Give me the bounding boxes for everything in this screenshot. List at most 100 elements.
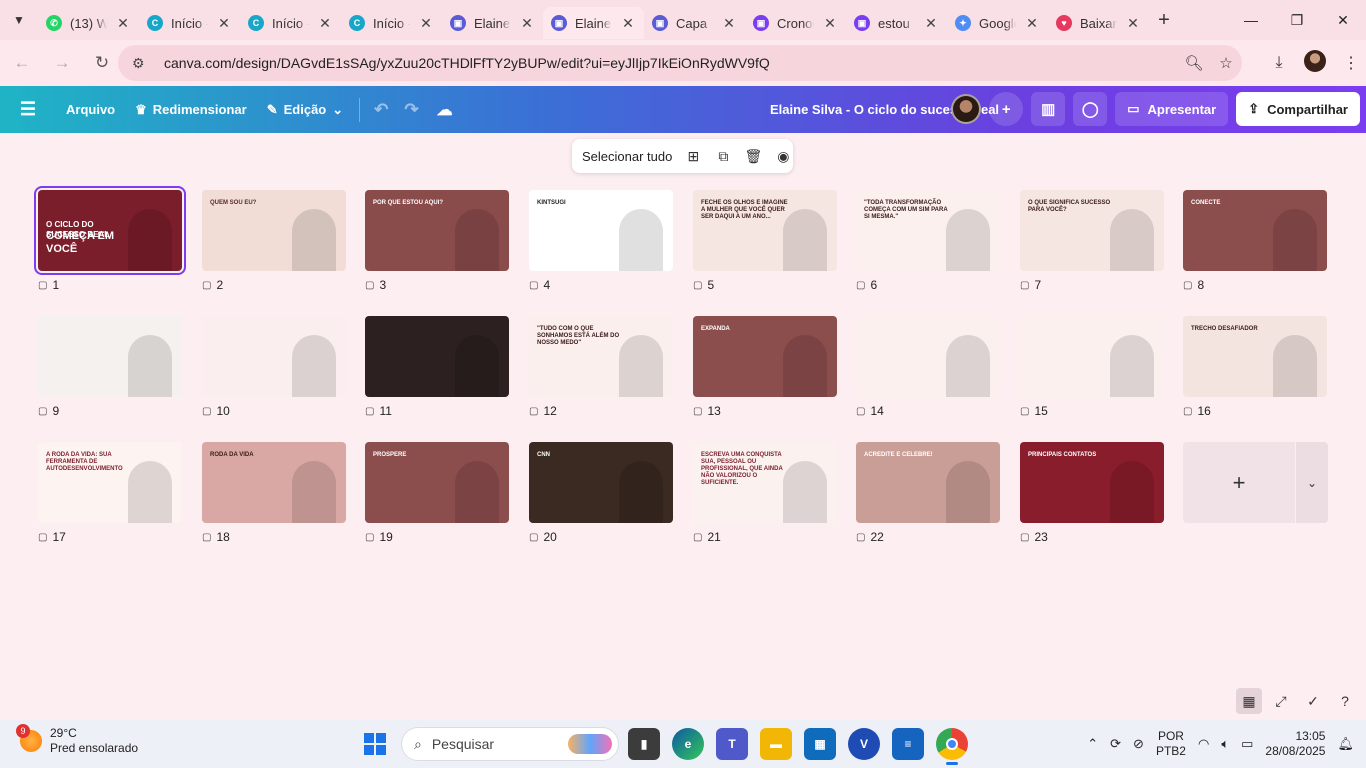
chevron-up-icon[interactable]: ⌃ (1087, 736, 1098, 752)
new-tab-button[interactable]: + (1149, 9, 1179, 32)
slide-thumbnail[interactable]: QUEM SOU EU? (202, 190, 346, 271)
chrome-icon[interactable] (936, 728, 968, 765)
close-tab-icon[interactable]: ✕ (1125, 15, 1141, 32)
slide-thumbnail[interactable]: EXPANDA (693, 316, 837, 397)
add-page-button[interactable]: + (1183, 442, 1295, 523)
add-collaborator-icon[interactable]: + (989, 92, 1024, 126)
duplicate-icon[interactable]: ⧉ (714, 148, 732, 165)
browser-tab[interactable]: ▣ Elaine Silva ✕ (442, 7, 543, 39)
taskbar-search[interactable]: ⌕ Pesquisar (401, 727, 619, 761)
cloud-saved-icon[interactable]: ☁ (427, 93, 463, 127)
slide-thumbnail[interactable]: PROSPERE (365, 442, 509, 523)
weather-widget[interactable]: 9 29°C Pred ensolarado (16, 724, 138, 756)
slide-number-label[interactable]: ▢ 4 (529, 278, 550, 292)
reload-icon[interactable]: ↻ (84, 45, 120, 81)
slide-thumbnail[interactable]: O CICLO DO SUCESSO REAL COMEÇA EM VOCÊ (34, 186, 186, 275)
vpn-app-icon[interactable]: V (848, 728, 880, 760)
slide-thumbnail[interactable] (202, 316, 346, 397)
clock[interactable]: 13:05 28/08/2025 (1265, 729, 1325, 759)
slide-number-label[interactable]: ▢ 9 (38, 404, 59, 418)
close-tab-icon[interactable]: ✕ (317, 15, 333, 32)
forward-arrow-icon[interactable]: → (44, 45, 80, 81)
close-tab-icon[interactable]: ✕ (822, 15, 838, 32)
edit-mode-dropdown[interactable]: ✎ Edição ⌄ (257, 93, 353, 127)
slide-thumbnail[interactable]: TRECHO DESAFIADOR (1183, 316, 1327, 397)
profile-avatar[interactable] (1300, 49, 1330, 77)
close-window-icon[interactable]: ✕ (1320, 0, 1366, 40)
slide-number-label[interactable]: ▢ 11 (365, 404, 392, 418)
slide-number-label[interactable]: ▢ 8 (1183, 278, 1204, 292)
insights-chart-icon[interactable]: ▥ (1031, 92, 1066, 126)
browser-tab[interactable]: C Início - Canva ✕ (240, 7, 341, 39)
slide-thumbnail[interactable]: ESCREVA UMA CONQUISTA SUA, PESSOAL OU PR… (693, 442, 837, 523)
check-icon[interactable]: ✓ (1300, 688, 1326, 714)
slide-number-label[interactable]: ▢ 13 (693, 404, 721, 418)
slide-thumbnail[interactable]: "TUDO COM O QUE SONHAMOS ESTÁ ALÉM DO NO… (529, 316, 673, 397)
site-settings-icon[interactable]: ⚙ (132, 55, 150, 72)
browser-tab[interactable]: ▣ estou ✕ (846, 7, 947, 39)
slide-number-label[interactable]: ▢ 16 (1183, 404, 1211, 418)
hide-eye-icon[interactable]: ◉ (774, 148, 792, 165)
slide-thumbnail[interactable] (1020, 316, 1164, 397)
slide-thumbnail[interactable] (856, 316, 1000, 397)
file-explorer-icon[interactable]: ▬ (760, 728, 792, 760)
add-page-options-chevron-icon[interactable]: ⌄ (1296, 442, 1328, 523)
slide-number-label[interactable]: ▢ 20 (529, 530, 557, 544)
slide-thumbnail[interactable] (38, 316, 182, 397)
slide-thumbnail[interactable]: CNN (529, 442, 673, 523)
fullscreen-icon[interactable]: ⤢ (1268, 688, 1294, 714)
slide-number-label[interactable]: ▢ 12 (529, 404, 557, 418)
browser-tab[interactable]: ✦ Google Gemini ✕ (947, 7, 1048, 39)
sync-icon[interactable]: ⟳ (1110, 736, 1121, 752)
download-icon[interactable]: ⤓ (1264, 54, 1294, 72)
slide-number-label[interactable]: ▢ 6 (856, 278, 877, 292)
store-icon[interactable]: ▦ (804, 728, 836, 760)
wifi-icon[interactable]: ◠ (1198, 736, 1209, 752)
volume-icon[interactable]: 🔈︎ (1221, 736, 1229, 752)
slide-thumbnail[interactable]: A RODA DA VIDA: SUA FERRAMENTA DE AUTODE… (38, 442, 182, 523)
meet-off-icon[interactable]: ⊘ (1133, 736, 1144, 752)
slide-thumbnail[interactable]: "TODA TRANSFORMAÇÃO COMEÇA COM UM SIM PA… (856, 190, 1000, 271)
close-tab-icon[interactable]: ✕ (216, 15, 232, 32)
minimize-icon[interactable]: — (1228, 0, 1274, 40)
slide-thumbnail[interactable]: ACREDITE E CELEBRE! (856, 442, 1000, 523)
help-icon[interactable]: ? (1332, 688, 1358, 714)
zoom-icon[interactable]: 🔍︎ (1178, 54, 1210, 72)
notification-bell-icon[interactable]: 🔔︎ (1337, 736, 1354, 752)
maximize-icon[interactable]: ❐ (1274, 0, 1320, 40)
collaborator-avatar[interactable] (951, 94, 982, 124)
share-button[interactable]: ⇪ Compartilhar (1236, 92, 1360, 126)
slide-number-label[interactable]: ▢ 23 (1020, 530, 1048, 544)
browser-tab[interactable]: ▣ Cronograma ✕ (745, 7, 846, 39)
present-button[interactable]: ▭ Apresentar (1115, 92, 1229, 126)
close-tab-icon[interactable]: ✕ (620, 15, 636, 32)
undo-icon[interactable]: ↶ (366, 93, 396, 127)
teams-icon[interactable]: T (716, 728, 748, 760)
trash-icon[interactable]: 🗑︎ (744, 148, 762, 165)
close-tab-icon[interactable]: ✕ (115, 15, 131, 32)
browser-tab[interactable]: ▣ Capa ✕ (644, 7, 745, 39)
comments-icon[interactable]: ◯ (1073, 92, 1108, 126)
slide-thumbnail[interactable]: POR QUE ESTOU AQUI? (365, 190, 509, 271)
redo-icon[interactable]: ↷ (396, 93, 426, 127)
slide-thumbnail[interactable]: O QUE SIGNIFICA SUCESSO PARA VOCÊ? (1020, 190, 1164, 271)
browser-tab[interactable]: ✆ (13) WhatsApp ✕ (38, 7, 139, 39)
close-tab-icon[interactable]: ✕ (1024, 15, 1040, 32)
slide-number-label[interactable]: ▢ 22 (856, 530, 884, 544)
slide-number-label[interactable]: ▢ 19 (365, 530, 393, 544)
slide-number-label[interactable]: ▢ 10 (202, 404, 230, 418)
slide-thumbnail[interactable]: PRINCIPAIS CONTATOS (1020, 442, 1164, 523)
language-indicator[interactable]: POR PTB2 (1156, 729, 1186, 759)
grid-view-icon[interactable]: ▦ (1236, 688, 1262, 714)
browser-tab[interactable]: C Início - Canva ✕ (139, 7, 240, 39)
slide-number-label[interactable]: ▢ 5 (693, 278, 714, 292)
edge-browser-icon[interactable]: e (672, 728, 704, 760)
slide-number-label[interactable]: ▢ 3 (365, 278, 386, 292)
tab-search-chevron-icon[interactable]: ▼ (0, 0, 38, 40)
slide-number-label[interactable]: ▢ 2 (202, 278, 223, 292)
slide-number-label[interactable]: ▢ 1 (38, 278, 59, 292)
battery-icon[interactable]: ▭ (1241, 736, 1253, 752)
kebab-menu-icon[interactable]: ⋮ (1336, 53, 1366, 73)
file-menu[interactable]: Arquivo (56, 93, 125, 127)
slide-thumbnail[interactable]: KINTSUGI (529, 190, 673, 271)
